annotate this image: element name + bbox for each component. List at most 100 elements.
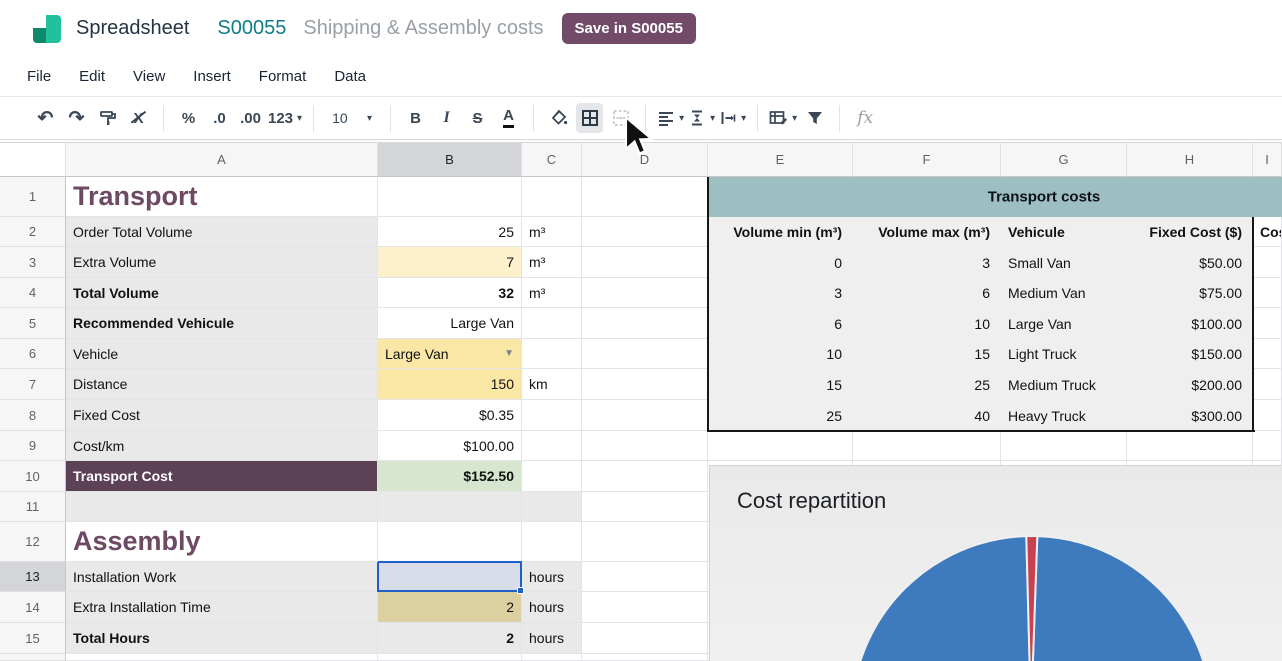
cell-C8[interactable]: [522, 400, 582, 431]
menu-item-insert[interactable]: Insert: [179, 57, 245, 96]
cell-I6[interactable]: [1253, 339, 1282, 369]
cell-A15[interactable]: Total Hours: [66, 623, 378, 654]
menu-item-data[interactable]: Data: [320, 57, 380, 96]
cell-B7[interactable]: 150: [378, 369, 522, 400]
menu-item-file[interactable]: File: [13, 57, 65, 96]
cell-C14[interactable]: hours: [522, 592, 582, 623]
table-cell[interactable]: 25: [708, 400, 853, 431]
text-color-button[interactable]: A: [495, 103, 522, 133]
cell-D12[interactable]: [582, 522, 708, 562]
document-name[interactable]: Shipping & Assembly costs: [303, 17, 543, 40]
row-header-3[interactable]: 3: [0, 247, 66, 278]
cell-D14[interactable]: [582, 592, 708, 623]
cell-C9[interactable]: [522, 431, 582, 461]
cell-I2[interactable]: Cos: [1253, 217, 1282, 247]
filter-button[interactable]: [801, 103, 828, 133]
cell-B1[interactable]: [378, 177, 522, 217]
strikethrough-button[interactable]: S: [464, 103, 491, 133]
cell-C15[interactable]: hours: [522, 623, 582, 654]
table-cell[interactable]: Medium Truck: [1001, 369, 1127, 400]
cell-A7[interactable]: Distance: [66, 369, 378, 400]
cell-I3[interactable]: [1253, 247, 1282, 278]
cell-A8[interactable]: Fixed Cost: [66, 400, 378, 431]
column-header-I[interactable]: I: [1253, 142, 1282, 177]
bold-button[interactable]: B: [402, 103, 429, 133]
column-header-E[interactable]: E: [708, 142, 853, 177]
cell-C4[interactable]: m³: [522, 278, 582, 308]
cell-D9[interactable]: [582, 431, 708, 461]
row-header-5[interactable]: 5: [0, 308, 66, 339]
cell-B10[interactable]: $152.50: [378, 461, 522, 492]
cell-E9[interactable]: [708, 431, 853, 461]
cell-D3[interactable]: [582, 247, 708, 278]
cell-A11[interactable]: [66, 492, 378, 522]
column-header-F[interactable]: F: [853, 142, 1001, 177]
cell-A5[interactable]: Recommended Vehicule: [66, 308, 378, 339]
cell-B12[interactable]: [378, 522, 522, 562]
column-header-H[interactable]: H: [1127, 142, 1253, 177]
row-header-15[interactable]: 15: [0, 623, 66, 654]
cell-A12[interactable]: Assembly: [66, 522, 378, 562]
cell-C3[interactable]: m³: [522, 247, 582, 278]
table-cell[interactable]: Light Truck: [1001, 339, 1127, 369]
table-header-cell[interactable]: Volume max (m³): [853, 217, 1001, 247]
cell-D8[interactable]: [582, 400, 708, 431]
cell-C10[interactable]: [522, 461, 582, 492]
table-header-cell[interactable]: Fixed Cost ($): [1127, 217, 1253, 247]
cell-D10[interactable]: [582, 461, 708, 492]
formula-bar-input[interactable]: [873, 97, 1282, 139]
table-cell[interactable]: 15: [853, 339, 1001, 369]
cell-D15[interactable]: [582, 623, 708, 654]
row-header-8[interactable]: 8: [0, 400, 66, 431]
cell-B4[interactable]: 32: [378, 278, 522, 308]
table-header-cell[interactable]: Volume min (m³): [708, 217, 853, 247]
cell-B2[interactable]: 25: [378, 217, 522, 247]
table-cell[interactable]: 6: [708, 308, 853, 339]
cell-D4[interactable]: [582, 278, 708, 308]
merge-cells-button[interactable]: [607, 103, 634, 133]
cell-C2[interactable]: m³: [522, 217, 582, 247]
table-cell[interactable]: $300.00: [1127, 400, 1253, 431]
table-cell[interactable]: 10: [708, 339, 853, 369]
table-header-cell[interactable]: Vehicule: [1001, 217, 1127, 247]
text-wrap-button[interactable]: ▾: [719, 103, 746, 133]
decrease-decimal-button[interactable]: .0: [206, 103, 233, 133]
redo-button[interactable]: ↷: [63, 103, 90, 133]
menu-item-edit[interactable]: Edit: [65, 57, 119, 96]
row-header-2[interactable]: 2: [0, 217, 66, 247]
cell-A14[interactable]: Extra Installation Time: [66, 592, 378, 623]
cell-A1[interactable]: Transport: [66, 177, 378, 217]
cell-B5[interactable]: Large Van: [378, 308, 522, 339]
cell-A16[interactable]: [66, 654, 378, 661]
fill-color-button[interactable]: [545, 103, 572, 133]
row-header-14[interactable]: 14: [0, 592, 66, 623]
cell-D16[interactable]: [582, 654, 708, 661]
cell-I9[interactable]: [1253, 431, 1282, 461]
increase-decimal-button[interactable]: .00: [237, 103, 264, 133]
cell-C16[interactable]: [522, 654, 582, 661]
cell-B3[interactable]: 7: [378, 247, 522, 278]
cell-B6[interactable]: Large Van▼: [378, 339, 522, 369]
cell-A13[interactable]: Installation Work: [66, 562, 378, 592]
cell-A2[interactable]: Order Total Volume: [66, 217, 378, 247]
selected-cell-B13[interactable]: [377, 561, 522, 592]
table-cell[interactable]: $75.00: [1127, 278, 1253, 308]
column-header-G[interactable]: G: [1001, 142, 1127, 177]
row-header-6[interactable]: 6: [0, 339, 66, 369]
cell-C5[interactable]: [522, 308, 582, 339]
column-header-D[interactable]: D: [582, 142, 708, 177]
cell-B11[interactable]: [378, 492, 522, 522]
row-header-16[interactable]: [0, 654, 66, 661]
table-cell[interactable]: 10: [853, 308, 1001, 339]
cell-D6[interactable]: [582, 339, 708, 369]
table-cell[interactable]: $200.00: [1127, 369, 1253, 400]
table-cell[interactable]: Heavy Truck: [1001, 400, 1127, 431]
row-header-9[interactable]: 9: [0, 431, 66, 461]
cell-D11[interactable]: [582, 492, 708, 522]
cell-D2[interactable]: [582, 217, 708, 247]
grid-corner[interactable]: [0, 142, 66, 177]
row-header-7[interactable]: 7: [0, 369, 66, 400]
table-cell[interactable]: 25: [853, 369, 1001, 400]
cell-C12[interactable]: [522, 522, 582, 562]
cell-dropdown-icon[interactable]: ▼: [504, 348, 514, 359]
